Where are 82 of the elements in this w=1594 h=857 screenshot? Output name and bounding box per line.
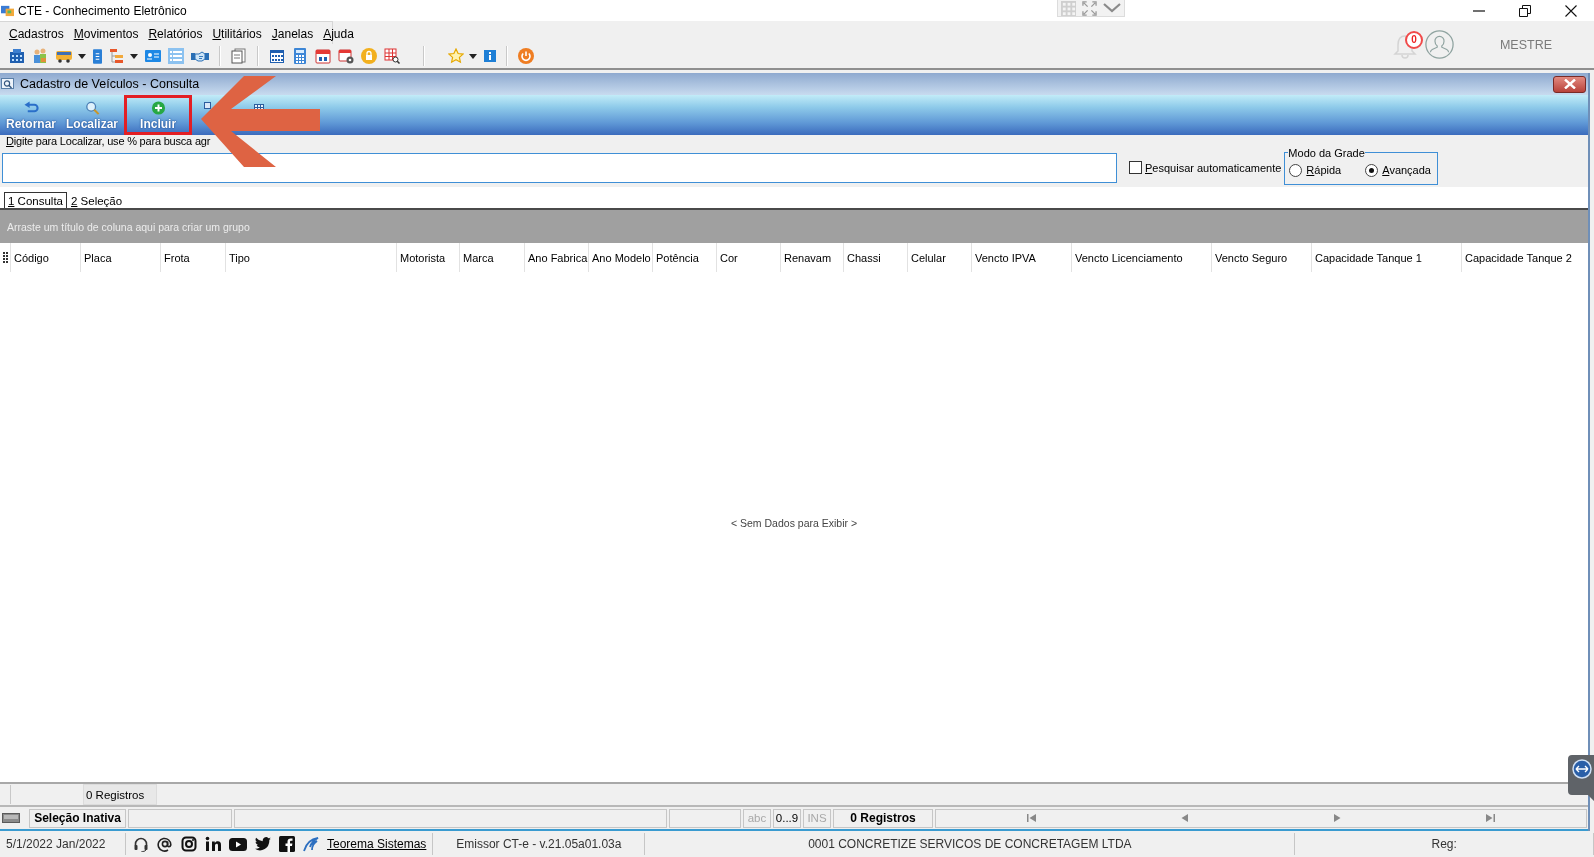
- menu-item[interactable]: Utilitários: [212, 27, 262, 41]
- website-link[interactable]: Teorema Sistemas: [327, 837, 427, 851]
- window-title: CTE - Conhecimento Eletrônico: [18, 3, 187, 18]
- building-icon[interactable]: [9, 48, 25, 64]
- minimize-icon: [1473, 9, 1485, 12]
- bus-icon[interactable]: [55, 49, 73, 63]
- menu-item[interactable]: Relatórios: [148, 27, 203, 41]
- people-icon[interactable]: [32, 48, 48, 64]
- close-icon: [1563, 79, 1576, 89]
- radio-label: Avançada: [1382, 164, 1431, 176]
- close-icon: [1565, 4, 1577, 17]
- star-icon[interactable]: [448, 48, 464, 64]
- notification-badge: 0: [1404, 30, 1423, 49]
- grip-icon[interactable]: [2, 252, 8, 263]
- caret-icon[interactable]: [469, 53, 477, 59]
- mode-indicator: INS: [803, 808, 831, 828]
- user-name: MESTRE: [1499, 37, 1552, 52]
- radio-label: Rápida: [1306, 164, 1342, 176]
- window-icon[interactable]: [204, 102, 211, 109]
- caret-icon[interactable]: [78, 53, 86, 59]
- record-count: 0 Registros: [83, 784, 157, 805]
- id-card-icon[interactable]: [145, 48, 161, 64]
- caret-icon[interactable]: [130, 53, 138, 59]
- return-arrow-icon: [23, 101, 39, 115]
- checkbox-label: Pesquisar automaticamente: [1145, 161, 1282, 174]
- close-button[interactable]: [1553, 75, 1586, 93]
- tab[interactable]: 1 Consulta: [4, 192, 67, 208]
- empty-message: < Sem Dados para Exibir >: [730, 517, 858, 529]
- headset-icon[interactable]: [133, 836, 149, 852]
- keyboard-icon: [2, 813, 20, 823]
- linkedin-icon[interactable]: [205, 836, 221, 852]
- play-button-icon[interactable]: [229, 837, 247, 851]
- org-chart-icon[interactable]: [109, 48, 125, 64]
- chevron-down-icon[interactable]: [1102, 3, 1121, 13]
- facebook-icon[interactable]: [279, 836, 295, 852]
- mode-indicator: 0...9: [773, 808, 801, 828]
- first-record-icon[interactable]: [1027, 813, 1038, 823]
- previous-record-icon[interactable]: [1179, 813, 1190, 823]
- info-icon[interactable]: [484, 50, 496, 62]
- menu-item[interactable]: Cadastros: [9, 27, 64, 41]
- wave-logo-icon[interactable]: [303, 836, 319, 852]
- document-icon[interactable]: [93, 48, 102, 64]
- menu-item[interactable]: Janelas: [271, 27, 314, 41]
- tab[interactable]: 2 Seleção: [67, 192, 127, 208]
- handshake-icon[interactable]: [191, 49, 209, 63]
- window-magnifier-icon: [1, 77, 15, 91]
- table-search-icon[interactable]: [384, 48, 400, 64]
- group-by-hint: Arraste um título de coluna aqui para criar um grupo: [7, 220, 250, 233]
- last-record-icon[interactable]: [1484, 813, 1495, 823]
- calendar-icon[interactable]: [269, 48, 285, 64]
- documents-icon[interactable]: [231, 48, 247, 64]
- radio-button[interactable]: [1289, 163, 1303, 177]
- double-arrow-tab-icon[interactable]: [1568, 755, 1594, 801]
- calendar-gear-icon[interactable]: [338, 48, 354, 64]
- checkbox[interactable]: [1129, 161, 1142, 174]
- power-icon[interactable]: [518, 48, 534, 64]
- selection-status: Seleção Inativa: [29, 808, 126, 828]
- company-label: 0001 CONCRETIZE SERVICOS DE CONCRETAGEM LTDA: [645, 833, 1296, 855]
- group-title: Modo da Grade: [1288, 146, 1365, 159]
- date-label: 5/1/2022 Jan/2022: [0, 833, 126, 855]
- status-panel: [669, 808, 741, 828]
- search-hint: Digite para Localizar, use % para busca agr: [5, 135, 212, 148]
- next-record-icon[interactable]: [1332, 813, 1343, 823]
- calculator-icon[interactable]: [292, 48, 308, 64]
- radio-button[interactable]: [1365, 163, 1379, 177]
- version-label: Emissor CT-e - v.21.05a01.03a: [432, 833, 646, 855]
- mode-indicator: abc: [743, 808, 771, 828]
- menu-item[interactable]: Ajuda: [323, 27, 354, 41]
- bell-icon[interactable]: [1392, 32, 1417, 61]
- search-icon: [84, 101, 100, 115]
- form-title: Cadastro de Veículos - Consulta: [20, 77, 200, 91]
- app-icon: [1, 4, 14, 17]
- register-label: Reg:: [1295, 833, 1594, 855]
- menu-item[interactable]: Movimentos: [73, 27, 139, 41]
- search-field[interactable]: [2, 152, 1117, 183]
- calendar-icon[interactable]: [315, 48, 331, 64]
- at-sign-icon[interactable]: [157, 836, 173, 852]
- instagram-icon[interactable]: [181, 836, 197, 852]
- records-status: 0 Registros: [833, 808, 933, 828]
- bird-icon[interactable]: [255, 836, 271, 852]
- plus-circle-icon: [150, 101, 166, 115]
- restore-icon: [1519, 4, 1531, 17]
